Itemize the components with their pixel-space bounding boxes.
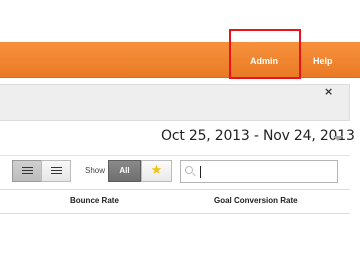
column-header-bounce-rate[interactable]: Bounce Rate [70,196,119,205]
show-label: Show [85,166,106,175]
text-cursor [200,166,201,178]
search-box[interactable] [180,160,338,183]
close-icon[interactable]: × [324,85,334,99]
divider [0,213,350,214]
chevron-down-icon[interactable] [333,136,343,141]
nav-help-link[interactable]: Help [313,49,333,85]
column-header-goal-conversion-rate[interactable]: Goal Conversion Rate [214,196,298,205]
list-view-button[interactable] [41,160,71,182]
date-range-picker[interactable]: Oct 25, 2013 - Nov 24, 2013 [161,128,355,148]
divider [0,155,350,156]
divider [0,189,350,190]
show-all-button[interactable]: All [108,160,141,182]
search-input[interactable] [202,163,334,180]
table-view-icon [22,167,33,176]
notice-bar [0,84,350,121]
list-view-icon [51,167,62,176]
top-nav-bar: Admin Help [0,42,360,78]
search-icon [185,166,197,178]
star-icon[interactable]: ★ [141,160,172,182]
admin-highlight-box [229,29,301,79]
table-view-button[interactable] [12,160,42,182]
